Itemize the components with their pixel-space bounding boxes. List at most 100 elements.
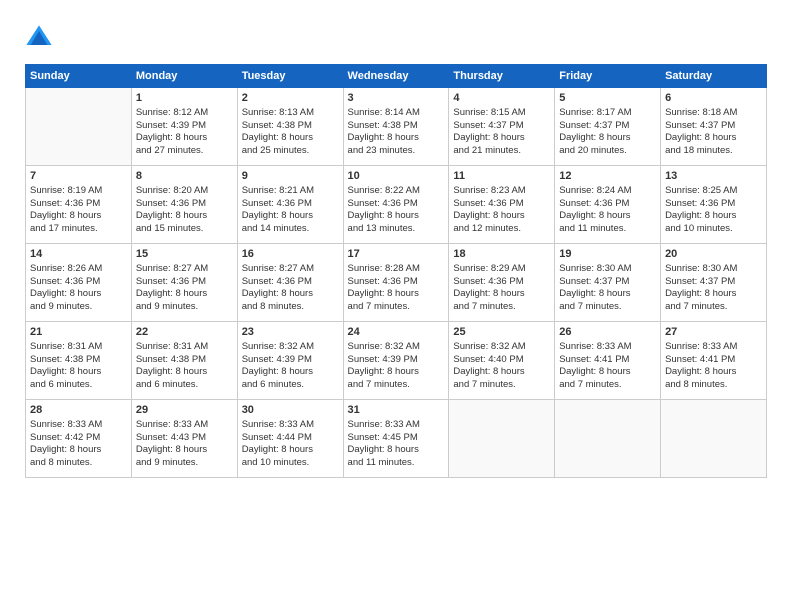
day-info: Sunrise: 8:31 AM xyxy=(30,341,127,354)
day-info: Sunset: 4:36 PM xyxy=(136,198,233,211)
day-info: and 9 minutes. xyxy=(136,457,233,470)
day-info: and 9 minutes. xyxy=(136,301,233,314)
day-info: Sunset: 4:36 PM xyxy=(453,198,550,211)
day-info: Daylight: 8 hours xyxy=(242,210,339,223)
day-info: Daylight: 8 hours xyxy=(30,444,127,457)
day-info: and 8 minutes. xyxy=(665,379,762,392)
day-info: Sunrise: 8:18 AM xyxy=(665,107,762,120)
day-header-monday: Monday xyxy=(131,65,237,88)
day-info: and 7 minutes. xyxy=(348,379,445,392)
calendar-cell: 13Sunrise: 8:25 AMSunset: 4:36 PMDayligh… xyxy=(661,166,767,244)
day-info: Daylight: 8 hours xyxy=(665,288,762,301)
day-info: Daylight: 8 hours xyxy=(136,366,233,379)
day-number: 20 xyxy=(665,247,762,262)
day-info: and 20 minutes. xyxy=(559,145,656,158)
day-info: Sunrise: 8:27 AM xyxy=(242,263,339,276)
calendar-cell: 9Sunrise: 8:21 AMSunset: 4:36 PMDaylight… xyxy=(237,166,343,244)
day-info: Daylight: 8 hours xyxy=(242,288,339,301)
day-info: Sunset: 4:36 PM xyxy=(559,198,656,211)
day-number: 28 xyxy=(30,403,127,418)
logo xyxy=(25,24,57,52)
day-info: Daylight: 8 hours xyxy=(136,132,233,145)
calendar-cell xyxy=(555,400,661,478)
logo-icon xyxy=(25,24,53,52)
day-number: 6 xyxy=(665,91,762,106)
day-info: Sunset: 4:36 PM xyxy=(242,198,339,211)
day-info: Sunset: 4:36 PM xyxy=(136,276,233,289)
header xyxy=(25,20,767,52)
day-info: Sunset: 4:38 PM xyxy=(242,120,339,133)
day-info: Daylight: 8 hours xyxy=(242,444,339,457)
calendar-cell: 19Sunrise: 8:30 AMSunset: 4:37 PMDayligh… xyxy=(555,244,661,322)
day-info: Sunrise: 8:22 AM xyxy=(348,185,445,198)
day-number: 4 xyxy=(453,91,550,106)
day-info: and 7 minutes. xyxy=(559,379,656,392)
day-info: Sunset: 4:39 PM xyxy=(136,120,233,133)
day-info: Daylight: 8 hours xyxy=(136,288,233,301)
day-info: and 13 minutes. xyxy=(348,223,445,236)
day-info: Sunset: 4:38 PM xyxy=(348,120,445,133)
day-info: Sunset: 4:37 PM xyxy=(559,276,656,289)
week-row-1: 7Sunrise: 8:19 AMSunset: 4:36 PMDaylight… xyxy=(26,166,767,244)
calendar-cell: 14Sunrise: 8:26 AMSunset: 4:36 PMDayligh… xyxy=(26,244,132,322)
day-info: Daylight: 8 hours xyxy=(136,210,233,223)
day-info: Daylight: 8 hours xyxy=(30,366,127,379)
day-number: 14 xyxy=(30,247,127,262)
day-info: Sunset: 4:39 PM xyxy=(348,354,445,367)
day-info: Sunrise: 8:13 AM xyxy=(242,107,339,120)
calendar-cell: 21Sunrise: 8:31 AMSunset: 4:38 PMDayligh… xyxy=(26,322,132,400)
day-info: Sunrise: 8:27 AM xyxy=(136,263,233,276)
day-info: Sunset: 4:37 PM xyxy=(665,276,762,289)
day-info: Sunrise: 8:33 AM xyxy=(348,419,445,432)
day-info: Daylight: 8 hours xyxy=(559,366,656,379)
day-info: and 7 minutes. xyxy=(665,301,762,314)
calendar-cell: 25Sunrise: 8:32 AMSunset: 4:40 PMDayligh… xyxy=(449,322,555,400)
calendar-cell: 4Sunrise: 8:15 AMSunset: 4:37 PMDaylight… xyxy=(449,88,555,166)
calendar-cell: 24Sunrise: 8:32 AMSunset: 4:39 PMDayligh… xyxy=(343,322,449,400)
day-info: Sunrise: 8:31 AM xyxy=(136,341,233,354)
day-info: Sunrise: 8:32 AM xyxy=(453,341,550,354)
day-info: Sunrise: 8:33 AM xyxy=(242,419,339,432)
calendar-cell: 28Sunrise: 8:33 AMSunset: 4:42 PMDayligh… xyxy=(26,400,132,478)
day-number: 17 xyxy=(348,247,445,262)
day-info: Sunrise: 8:28 AM xyxy=(348,263,445,276)
calendar-cell: 15Sunrise: 8:27 AMSunset: 4:36 PMDayligh… xyxy=(131,244,237,322)
day-number: 9 xyxy=(242,169,339,184)
calendar-cell: 29Sunrise: 8:33 AMSunset: 4:43 PMDayligh… xyxy=(131,400,237,478)
day-info: and 15 minutes. xyxy=(136,223,233,236)
day-info: Daylight: 8 hours xyxy=(136,444,233,457)
day-info: Sunrise: 8:15 AM xyxy=(453,107,550,120)
day-info: Sunrise: 8:30 AM xyxy=(559,263,656,276)
day-info: Daylight: 8 hours xyxy=(453,366,550,379)
day-number: 29 xyxy=(136,403,233,418)
day-number: 15 xyxy=(136,247,233,262)
day-info: Daylight: 8 hours xyxy=(453,288,550,301)
day-header-sunday: Sunday xyxy=(26,65,132,88)
day-number: 22 xyxy=(136,325,233,340)
day-info: Sunrise: 8:33 AM xyxy=(665,341,762,354)
day-info: Sunrise: 8:20 AM xyxy=(136,185,233,198)
day-info: and 10 minutes. xyxy=(242,457,339,470)
calendar-cell: 1Sunrise: 8:12 AMSunset: 4:39 PMDaylight… xyxy=(131,88,237,166)
calendar-cell: 2Sunrise: 8:13 AMSunset: 4:38 PMDaylight… xyxy=(237,88,343,166)
day-info: Sunset: 4:41 PM xyxy=(559,354,656,367)
page: SundayMondayTuesdayWednesdayThursdayFrid… xyxy=(0,0,792,612)
day-info: Daylight: 8 hours xyxy=(30,210,127,223)
calendar-cell: 31Sunrise: 8:33 AMSunset: 4:45 PMDayligh… xyxy=(343,400,449,478)
day-info: Sunset: 4:39 PM xyxy=(242,354,339,367)
calendar-cell: 20Sunrise: 8:30 AMSunset: 4:37 PMDayligh… xyxy=(661,244,767,322)
day-info: and 21 minutes. xyxy=(453,145,550,158)
day-info: Sunset: 4:45 PM xyxy=(348,432,445,445)
day-info: Sunrise: 8:32 AM xyxy=(242,341,339,354)
day-info: Sunset: 4:36 PM xyxy=(665,198,762,211)
day-info: Sunset: 4:44 PM xyxy=(242,432,339,445)
week-row-0: 1Sunrise: 8:12 AMSunset: 4:39 PMDaylight… xyxy=(26,88,767,166)
day-number: 23 xyxy=(242,325,339,340)
day-info: Daylight: 8 hours xyxy=(348,366,445,379)
day-number: 27 xyxy=(665,325,762,340)
day-info: Sunset: 4:37 PM xyxy=(665,120,762,133)
day-header-thursday: Thursday xyxy=(449,65,555,88)
calendar-cell: 11Sunrise: 8:23 AMSunset: 4:36 PMDayligh… xyxy=(449,166,555,244)
day-info: and 9 minutes. xyxy=(30,301,127,314)
day-number: 13 xyxy=(665,169,762,184)
